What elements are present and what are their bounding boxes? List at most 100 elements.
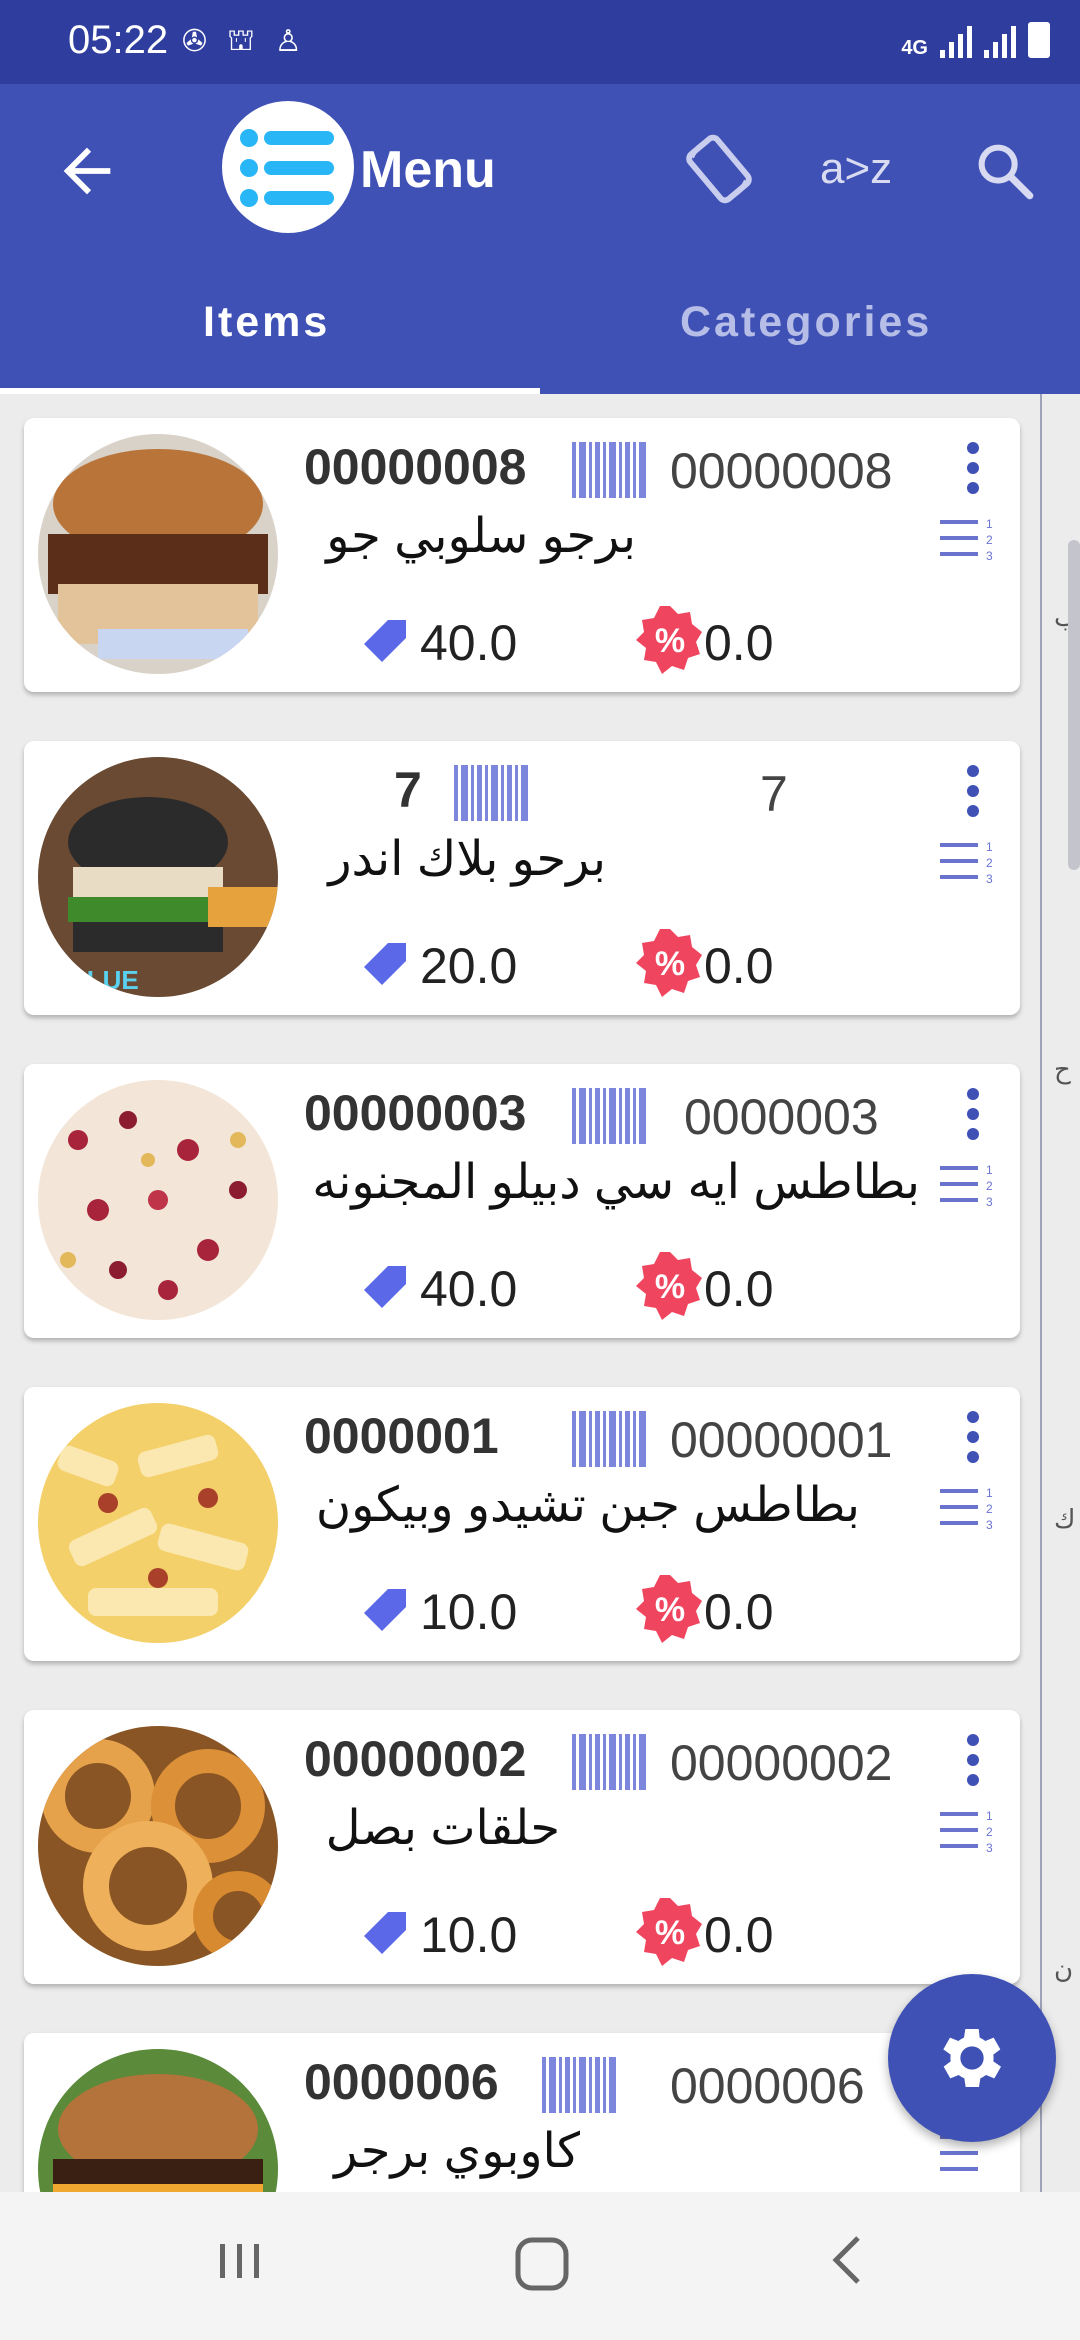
search-icon[interactable]: [972, 138, 1038, 204]
sort-order-icon[interactable]: 1 2 3: [938, 1483, 998, 1535]
item-name: بطاطس ايه سي دبيلو المجنونه: [312, 1156, 920, 1209]
item-barcode: 0000006: [670, 2058, 865, 2114]
item-card[interactable]: 0000006 0000006 كاوبوي برجر: [24, 2033, 1020, 2192]
item-image: [38, 2049, 278, 2192]
svg-text:%: %: [655, 945, 685, 983]
sort-az-button[interactable]: a>z: [820, 144, 892, 194]
signal-icon-2: [984, 24, 1016, 58]
barcode-icon: [454, 765, 528, 821]
svg-text:%: %: [655, 622, 685, 660]
item-name: برحو بلاك اندر: [328, 833, 606, 886]
item-code: 00000008: [304, 439, 527, 495]
svg-text:%: %: [655, 1914, 685, 1952]
discount-icon: %: [636, 1575, 702, 1643]
sort-order-icon[interactable]: 1 2 3: [938, 1806, 998, 1858]
item-code: 0000006: [304, 2054, 499, 2110]
svg-text:1: 1: [986, 1163, 993, 1177]
more-options-icon[interactable]: [958, 1734, 988, 1794]
items-list[interactable]: 00000008 00000008 برجو سلوبي جو 40.0 % 0…: [0, 394, 1080, 2192]
settings-fab-button[interactable]: [888, 1974, 1056, 2142]
item-barcode: 0000003: [684, 1089, 879, 1145]
item-image: [38, 1080, 278, 1320]
signal-icon: [940, 24, 972, 58]
barcode-icon: [572, 1088, 646, 1144]
status-time: 05:22: [68, 18, 169, 62]
item-price: 20.0: [420, 938, 518, 994]
item-code: 0000001: [304, 1408, 499, 1464]
svg-text:1: 1: [986, 517, 993, 531]
discount-icon: %: [636, 1898, 702, 1966]
item-image: BLUE: [38, 757, 278, 997]
discount-icon: %: [636, 1252, 702, 1320]
item-card[interactable]: 00000003 0000003 بطاطس ايه سي دبيلو المج…: [24, 1064, 1020, 1338]
home-icon[interactable]: [510, 2232, 574, 2296]
svg-text:1: 1: [986, 840, 993, 854]
more-options-icon[interactable]: [958, 442, 988, 502]
system-navigation-bar: [0, 2192, 1080, 2340]
item-card[interactable]: BLUE 7 7 برحو بلاك اندر 20.0 % 0.0 1 2 3: [24, 741, 1020, 1015]
item-image: [38, 1726, 278, 1966]
svg-text:3: 3: [986, 1195, 993, 1209]
tab-items[interactable]: Items: [203, 298, 330, 347]
notification-icons: ✇ ⛫ ♙: [182, 24, 302, 62]
svg-text:3: 3: [986, 1841, 993, 1855]
recent-apps-icon[interactable]: [212, 2232, 268, 2288]
more-options-icon[interactable]: [958, 1088, 988, 1148]
back-icon[interactable]: [822, 2232, 878, 2288]
mosque-icon: ⛫: [227, 24, 255, 57]
svg-text:2: 2: [986, 1502, 993, 1516]
back-arrow-icon[interactable]: [52, 136, 122, 206]
more-options-icon[interactable]: [958, 765, 988, 825]
item-code: 00000002: [304, 1731, 527, 1787]
price-tag-icon: [364, 1589, 406, 1631]
scrollbar-thumb[interactable]: [1068, 540, 1080, 870]
item-card[interactable]: 00000002 00000002 حلقات بصل 10.0 % 0.0 1…: [24, 1710, 1020, 1984]
barcode-icon: [572, 1734, 646, 1790]
barcode-icon: [542, 2057, 616, 2113]
item-name: بطاطس جبن تشيدو وبيكون: [315, 1479, 860, 1532]
discount-icon: %: [636, 929, 702, 997]
status-bar: 05:22 ✇ ⛫ ♙ 4G: [0, 0, 1080, 84]
item-price: 40.0: [420, 615, 518, 671]
barcode-icon: [572, 1411, 646, 1467]
item-discount: 0.0: [704, 615, 774, 671]
aperture-icon: ✇: [182, 25, 208, 58]
tab-bar: Items Categories: [0, 254, 1080, 394]
svg-text:1: 1: [986, 1486, 993, 1500]
tab-categories[interactable]: Categories: [680, 298, 932, 347]
more-options-icon[interactable]: [958, 1411, 988, 1471]
item-barcode: 00000001: [670, 1412, 893, 1468]
system-icons: 4G: [901, 22, 1050, 58]
item-price: 40.0: [420, 1261, 518, 1317]
barcode-icon: [572, 442, 646, 498]
app-bar: Menu a>z: [0, 84, 1080, 254]
item-discount: 0.0: [704, 1261, 774, 1317]
sort-order-icon[interactable]: 1 2 3: [938, 1160, 998, 1212]
person-icon: ♙: [274, 25, 302, 58]
svg-text:2: 2: [986, 533, 993, 547]
svg-text:2: 2: [986, 856, 993, 870]
item-image: [38, 434, 278, 674]
item-barcode: 00000008: [670, 443, 893, 499]
item-name: برجو سلوبي جو: [326, 510, 636, 563]
item-card[interactable]: 00000008 00000008 برجو سلوبي جو 40.0 % 0…: [24, 418, 1020, 692]
index-letter[interactable]: ن: [1054, 1954, 1073, 1985]
svg-text:3: 3: [986, 1518, 993, 1532]
sort-order-icon[interactable]: 1 2 3: [938, 837, 998, 889]
svg-text:%: %: [655, 1591, 685, 1629]
gear-icon: [943, 2029, 1001, 2087]
price-tag-icon: [364, 1912, 406, 1954]
item-card[interactable]: 0000001 00000001 بطاطس جبن تشيدو وبيكون …: [24, 1387, 1020, 1661]
item-discount: 0.0: [704, 1584, 774, 1640]
item-price: 10.0: [420, 1584, 518, 1640]
svg-text:1: 1: [986, 1809, 993, 1823]
menu-list-logo-icon: [222, 101, 354, 233]
index-letter[interactable]: ح: [1054, 1054, 1071, 1085]
screen-rotate-icon[interactable]: [680, 130, 758, 208]
item-image: [38, 1403, 278, 1643]
svg-text:3: 3: [986, 872, 993, 886]
sort-order-icon[interactable]: 1 2 3: [938, 514, 998, 566]
item-barcode: 00000002: [670, 1735, 893, 1791]
index-letter[interactable]: ك: [1054, 1504, 1075, 1535]
page-title: Menu: [360, 141, 496, 199]
